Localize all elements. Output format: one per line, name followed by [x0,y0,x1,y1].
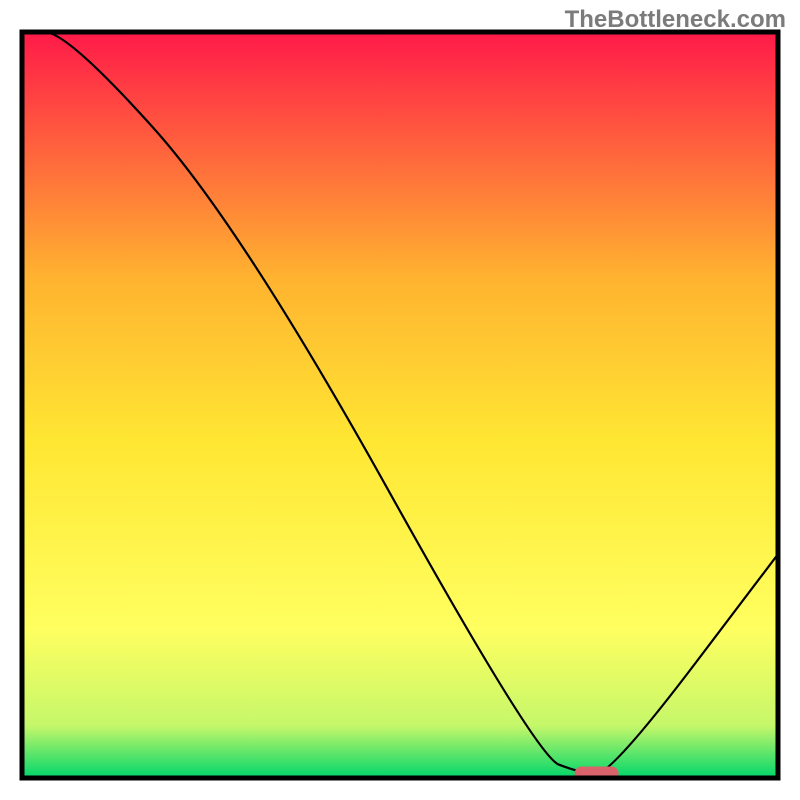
chart-background [22,32,778,778]
bottleneck-chart [0,0,800,800]
chart-container: TheBottleneck.com [0,0,800,800]
watermark-text: TheBottleneck.com [565,6,786,34]
